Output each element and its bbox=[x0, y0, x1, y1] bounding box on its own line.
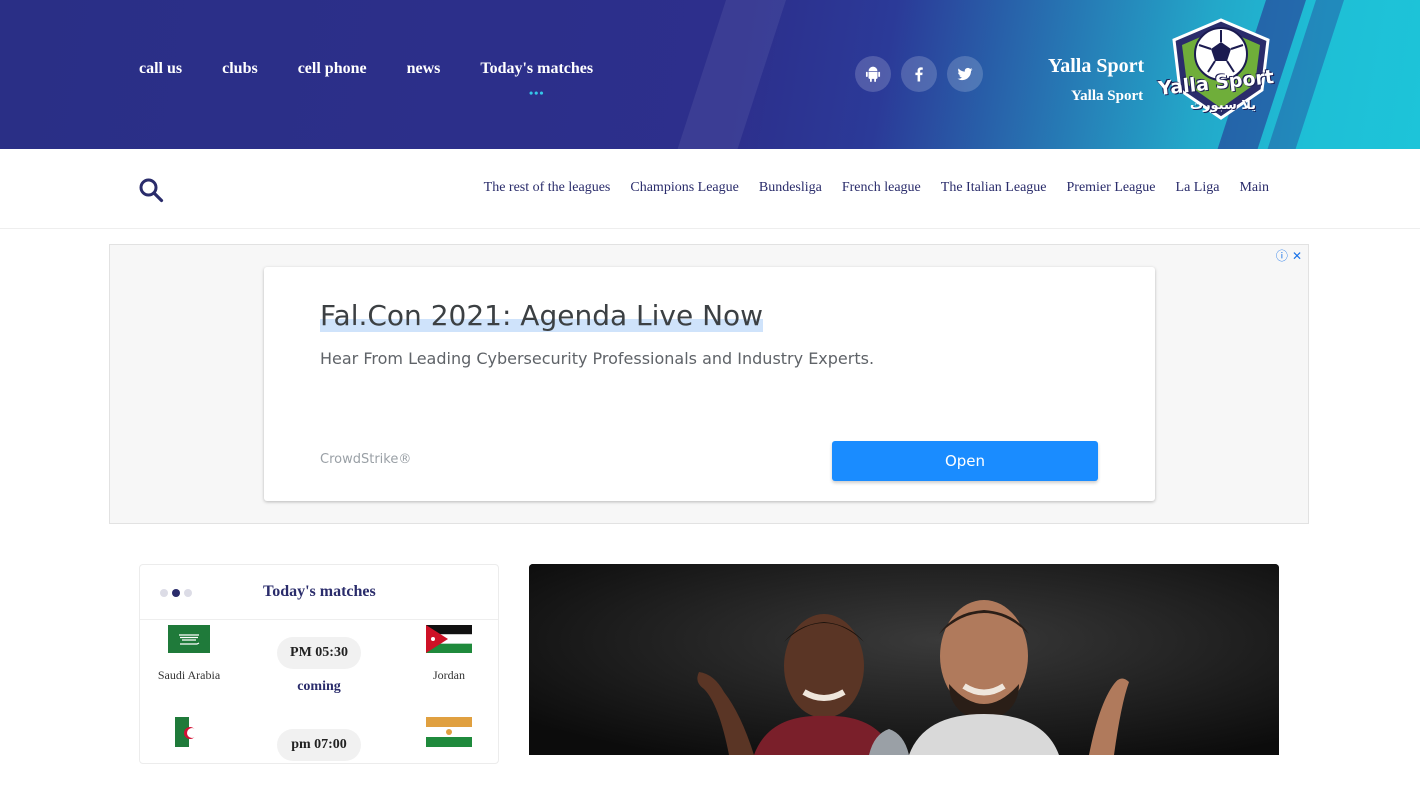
android-button[interactable] bbox=[855, 56, 891, 92]
away-team: Jordan bbox=[399, 625, 499, 683]
site-subtitle: Yalla Sport bbox=[1071, 88, 1144, 104]
banner-stripe bbox=[667, 0, 793, 149]
ad-description: Hear From Leading Cybersecurity Professi… bbox=[320, 349, 875, 368]
ad-container: ⓘ ✕ Fal.Con 2021: Agenda Live Now Hear F… bbox=[109, 244, 1309, 524]
nav-todays-matches[interactable]: Today's matches bbox=[480, 60, 593, 78]
facebook-icon bbox=[915, 67, 923, 82]
twitter-icon bbox=[957, 67, 973, 81]
nav-call-us[interactable]: call us bbox=[139, 60, 182, 78]
top-nav: call us clubs cell phone news Today's ma… bbox=[139, 60, 633, 78]
players-photo bbox=[529, 564, 1279, 755]
carousel-dot[interactable] bbox=[184, 589, 192, 597]
ad-advertiser: CrowdStrike® bbox=[320, 452, 412, 467]
carousel-dots bbox=[160, 589, 196, 597]
match-row[interactable]: pm 07:00 bbox=[140, 717, 498, 809]
ad-close-icon[interactable]: ✕ bbox=[1292, 249, 1302, 263]
league-main[interactable]: Main bbox=[1239, 180, 1269, 196]
league-french[interactable]: French league bbox=[842, 180, 921, 196]
todays-matches-widget: Today's matches Saudi Arabia PM 05:30 co… bbox=[139, 564, 499, 764]
ad-open-button[interactable]: Open bbox=[832, 441, 1098, 481]
saudi-arabia-flag-icon bbox=[168, 625, 210, 653]
carousel-dot[interactable] bbox=[160, 589, 168, 597]
match-row[interactable]: Saudi Arabia PM 05:30 coming Jordan bbox=[140, 625, 498, 717]
social-links bbox=[855, 56, 993, 92]
twitter-button[interactable] bbox=[947, 56, 983, 92]
league-nav: The rest of the leagues Champions League… bbox=[464, 180, 1269, 196]
algeria-flag-icon bbox=[175, 717, 203, 747]
site-title[interactable]: Yalla Sport bbox=[1048, 55, 1144, 78]
jordan-flag-icon bbox=[426, 625, 472, 653]
league-premier[interactable]: Premier League bbox=[1067, 180, 1156, 196]
nav-news[interactable]: news bbox=[407, 60, 441, 78]
home-team-name: Saudi Arabia bbox=[157, 668, 221, 682]
carousel-dot-active[interactable] bbox=[172, 589, 180, 597]
league-champions[interactable]: Champions League bbox=[630, 180, 738, 196]
nav-cell-phone[interactable]: cell phone bbox=[298, 60, 367, 78]
league-la-liga[interactable]: La Liga bbox=[1176, 180, 1220, 196]
home-team bbox=[139, 717, 239, 762]
home-team: Saudi Arabia bbox=[139, 625, 239, 683]
ad-title[interactable]: Fal.Con 2021: Agenda Live Now bbox=[320, 299, 764, 332]
android-icon bbox=[865, 66, 881, 83]
logo-text-arabic: يلا سبورت bbox=[1190, 98, 1257, 113]
away-team bbox=[399, 717, 499, 762]
league-rest[interactable]: The rest of the leagues bbox=[484, 180, 611, 196]
match-status: coming bbox=[297, 679, 341, 694]
ad-info-icon[interactable]: ⓘ bbox=[1276, 247, 1288, 264]
search-icon[interactable] bbox=[138, 177, 164, 203]
nav-clubs[interactable]: clubs bbox=[222, 60, 258, 78]
league-bundesliga[interactable]: Bundesliga bbox=[759, 180, 822, 196]
match-time: pm 07:00 bbox=[277, 729, 361, 761]
match-time: PM 05:30 bbox=[277, 637, 361, 669]
matches-title: Today's matches bbox=[263, 583, 376, 600]
away-team-name: Jordan bbox=[433, 668, 465, 682]
niger-flag-icon bbox=[426, 717, 472, 747]
ad-controls: ⓘ ✕ bbox=[1272, 247, 1302, 264]
league-italian[interactable]: The Italian League bbox=[941, 180, 1047, 196]
facebook-button[interactable] bbox=[901, 56, 937, 92]
featured-news-image[interactable] bbox=[529, 564, 1279, 755]
matches-header: Today's matches bbox=[140, 565, 498, 620]
ad-card[interactable]: Fal.Con 2021: Agenda Live Now Hear From … bbox=[264, 267, 1155, 501]
